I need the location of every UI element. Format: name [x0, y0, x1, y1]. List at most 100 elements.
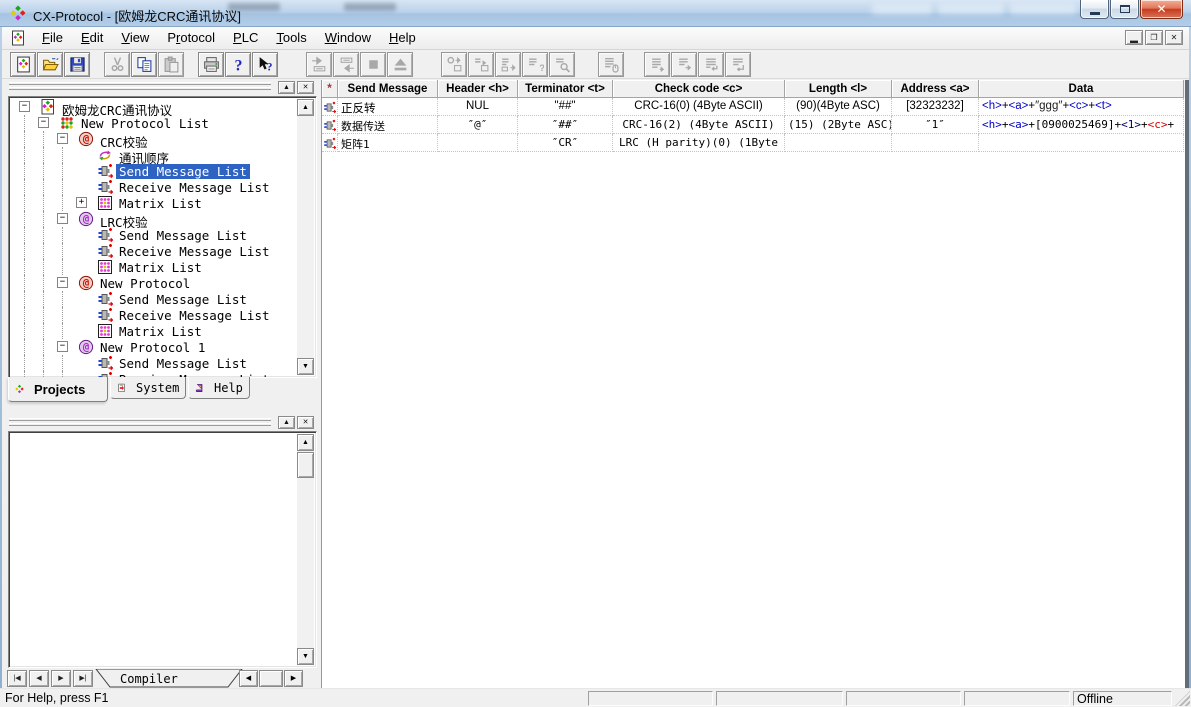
status-help-text: For Help, press F1 [5, 691, 109, 705]
tree-item-label[interactable]: New Protocol [97, 276, 193, 291]
tree-guide-line [62, 163, 63, 179]
protocol-red-icon: @ [78, 131, 94, 147]
mdi-restore-button[interactable]: ❐ [1145, 30, 1163, 45]
pane-close-button[interactable]: ✕ [297, 416, 314, 429]
tree-guide-line [43, 339, 44, 355]
pane-gripper[interactable] [9, 418, 271, 428]
hscroll-right-icon[interactable]: ▶ [284, 670, 303, 687]
maximize-button[interactable] [1110, 0, 1139, 19]
mdi-close-button[interactable]: ✕ [1165, 30, 1183, 45]
tree-item-label[interactable]: New Protocol List [78, 116, 212, 131]
menu-bar: FileEditViewProtocolPLCToolsWindowHelp ▬… [2, 27, 1189, 50]
tab-scroll-last-button[interactable]: ▶| [73, 670, 93, 687]
minimize-button[interactable] [1080, 0, 1109, 19]
tree-collapse-icon[interactable]: − [57, 213, 68, 224]
save-button[interactable] [64, 52, 90, 77]
tab-compiler[interactable]: Compiler [94, 669, 244, 688]
tree-scrollbar[interactable]: ▲ ▼ [297, 99, 314, 375]
pane-gripper[interactable] [9, 82, 271, 92]
column-header-length[interactable]: Length <l> [785, 80, 892, 98]
tab-projects[interactable]: Projects [8, 377, 108, 402]
tree-guide-line [43, 243, 44, 259]
tree-item: − New Protocol List [10, 115, 280, 131]
pane-expand-button[interactable]: ▲ [278, 81, 295, 94]
table-row[interactable]: 正反转NUL"##"CRC-16(0) (4Byte ASCII)(90)(4B… [322, 98, 1185, 116]
menu-help[interactable]: Help [380, 27, 425, 49]
tree-item-label[interactable]: Send Message List [116, 228, 250, 243]
tab-system[interactable]: System [110, 377, 186, 399]
cell-data [979, 134, 1184, 152]
tree-item-label[interactable]: Send Message List [116, 356, 250, 371]
tree-expand-icon[interactable]: + [76, 197, 87, 208]
mdi-close-icon: ✕ [1171, 33, 1178, 42]
svg-text:@: @ [83, 214, 89, 226]
tree-collapse-icon[interactable]: − [57, 133, 68, 144]
open-button[interactable] [37, 52, 63, 77]
menu-tools[interactable]: Tools [267, 27, 315, 49]
column-header-header[interactable]: Header <h> [438, 80, 518, 98]
close-button[interactable]: ✕ [1140, 0, 1183, 19]
tree-item: −@CRC校验 [10, 131, 280, 147]
tree-item-label[interactable]: New Protocol 1 [97, 340, 208, 355]
tree-item-label[interactable]: Receive Message List [116, 244, 273, 259]
hscroll-thumb[interactable] [259, 670, 283, 687]
tree-item-label[interactable]: Receive Message List [116, 308, 273, 323]
menu-view[interactable]: View [112, 27, 158, 49]
table-row[interactable]: 矩阵1″CR″LRC (H parity)(0) (1Byte [322, 134, 1185, 152]
pane-close-button[interactable]: ✕ [297, 81, 314, 94]
svg-text:Compiler: Compiler [120, 672, 178, 686]
data-segment: <c> [1148, 118, 1168, 131]
column-header-terminator[interactable]: Terminator <t> [518, 80, 613, 98]
scroll-down-icon[interactable]: ▼ [297, 648, 314, 665]
stop-icon [365, 56, 382, 73]
mdi-minimize-button[interactable]: ▬ [1125, 30, 1143, 45]
tree-collapse-icon[interactable]: − [38, 117, 49, 128]
tree-item-label[interactable]: Send Message List [116, 164, 250, 179]
table-row[interactable]: 数据传送″@″″##″CRC-16(2) (4Byte ASCII)(15) (… [322, 116, 1185, 134]
tree-item: Send Message List [10, 163, 280, 179]
copy-button[interactable] [131, 52, 157, 77]
tree-collapse-icon[interactable]: − [57, 277, 68, 288]
tab-scroll-next-button[interactable]: ▶ [51, 670, 71, 687]
menu-protocol[interactable]: Protocol [158, 27, 224, 49]
print-button[interactable] [198, 52, 224, 77]
menu-plc[interactable]: PLC [224, 27, 267, 49]
column-header-address[interactable]: Address <a> [892, 80, 979, 98]
output-scrollbar[interactable]: ▲ ▼ [297, 434, 314, 665]
tree-item: Send Message List [10, 355, 280, 371]
scroll-thumb[interactable] [297, 452, 314, 478]
scroll-up-icon[interactable]: ▲ [297, 99, 314, 116]
tree-guide-line [24, 339, 25, 355]
tree-collapse-icon[interactable]: − [57, 341, 68, 352]
column-header-data[interactable]: Data [979, 80, 1184, 98]
context-help-button[interactable]: ? [252, 52, 278, 77]
help-button[interactable]: ? [225, 52, 251, 77]
tree-item-label[interactable]: Matrix List [116, 260, 205, 275]
column-header-marker[interactable]: * [322, 80, 338, 98]
scroll-down-icon[interactable]: ▼ [297, 358, 314, 375]
tree-item-label[interactable]: Receive Message List [116, 180, 273, 195]
tree-guide-line [24, 243, 25, 259]
tree-item: Matrix List [10, 323, 280, 339]
scroll-up-icon[interactable]: ▲ [297, 434, 314, 451]
tab-help[interactable]: ?Help [188, 377, 250, 399]
tab-scroll-first-button[interactable]: |◀ [7, 670, 27, 687]
list-forward-2-button [671, 52, 697, 77]
tree-collapse-icon[interactable]: − [19, 101, 30, 112]
hscroll-left-icon[interactable]: ◀ [239, 670, 258, 687]
resize-grip[interactable] [1175, 691, 1190, 706]
tree-item: −@New Protocol [10, 275, 280, 291]
tree-item-label[interactable]: Matrix List [116, 196, 205, 211]
new-button[interactable] [10, 52, 36, 77]
menu-edit[interactable]: Edit [72, 27, 112, 49]
menu-file[interactable]: File [33, 27, 72, 49]
data-segment: <c> [1069, 100, 1088, 112]
tree-item-label[interactable]: Matrix List [116, 324, 205, 339]
tree-guide-line [24, 115, 25, 131]
column-header-send[interactable]: Send Message [338, 80, 438, 98]
menu-window[interactable]: Window [316, 27, 380, 49]
pane-expand-button[interactable]: ▲ [278, 416, 295, 429]
column-header-check[interactable]: Check code <c> [613, 80, 785, 98]
tree-item-label[interactable]: Send Message List [116, 292, 250, 307]
tab-scroll-prev-button[interactable]: ◀ [29, 670, 49, 687]
